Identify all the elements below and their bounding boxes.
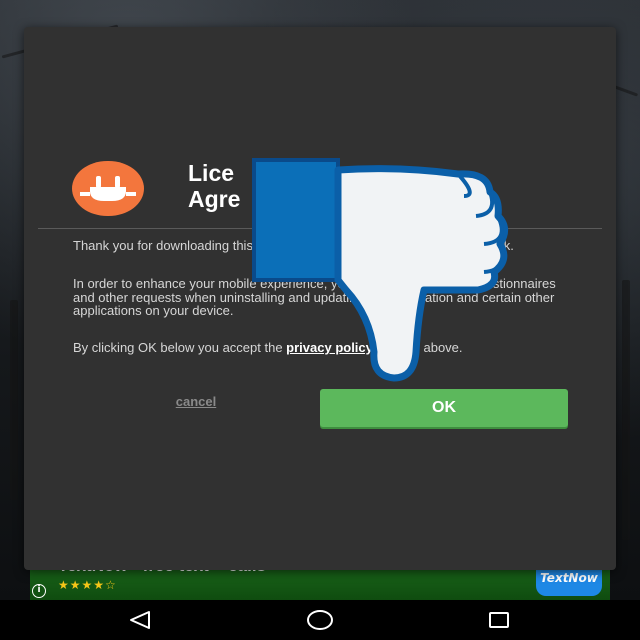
home-icon[interactable]	[306, 608, 334, 632]
background-branch	[622, 280, 630, 540]
background-branch	[10, 300, 18, 500]
ad-rating: ★★★★☆	[58, 578, 117, 592]
back-icon[interactable]	[128, 610, 152, 630]
ok-button[interactable]: OK	[320, 389, 568, 427]
cancel-button[interactable]: cancel	[150, 394, 242, 414]
plug-icon	[72, 161, 144, 216]
ad-info-icon[interactable]: i	[32, 584, 46, 598]
thumbs-down-icon	[248, 156, 512, 384]
recent-apps-icon[interactable]	[488, 611, 510, 629]
